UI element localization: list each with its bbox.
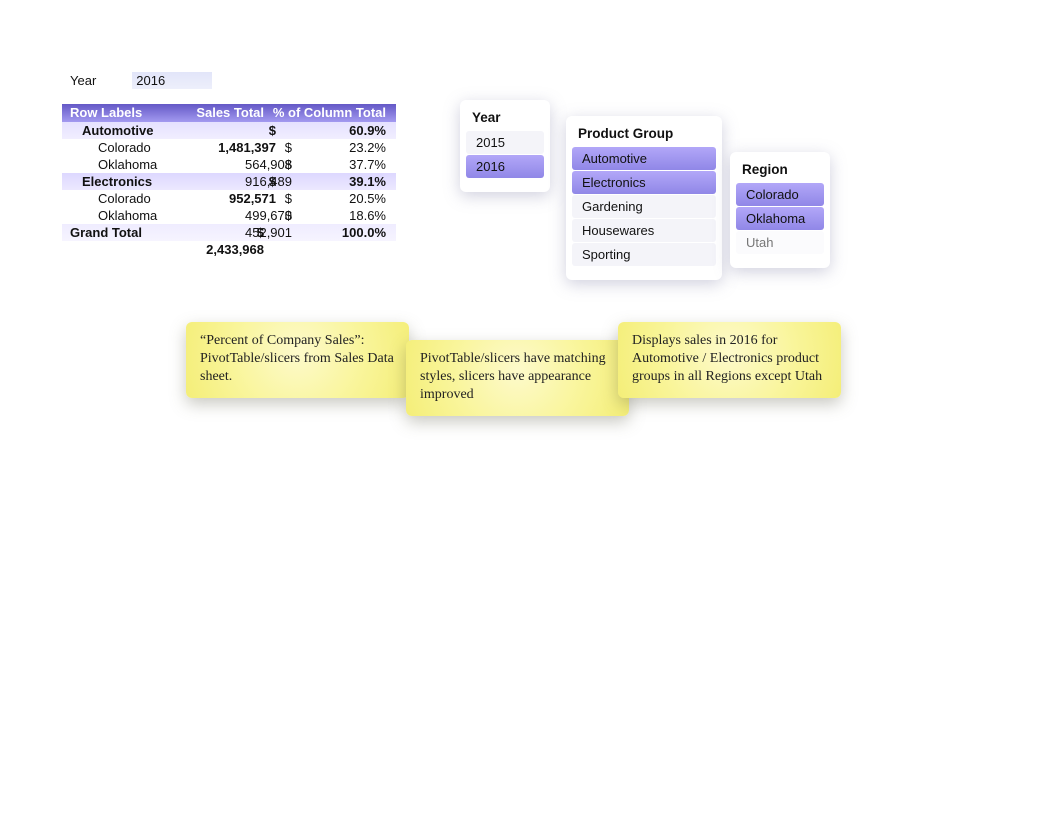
amount-value: 2,433,968 — [198, 241, 264, 258]
pivot-filter-value[interactable]: 2016 — [132, 72, 212, 89]
slicer-item-automotive[interactable]: Automotive — [572, 147, 716, 170]
currency-symbol: $ — [250, 224, 264, 241]
slicer-item-gardening[interactable]: Gardening — [572, 195, 716, 218]
slicer-title: Year — [460, 100, 550, 131]
pivot-cell-label: Colorado — [62, 139, 212, 156]
currency-symbol: $ — [278, 139, 292, 156]
pivot-cell-pct: 100.0% — [270, 224, 396, 241]
slicer-item-colorado[interactable]: Colorado — [736, 183, 824, 206]
slicer-title: Region — [730, 152, 830, 183]
note-callout-3: Displays sales in 2016 for Automotive / … — [618, 322, 841, 398]
pivot-header-row: Row Labels Sales Total % of Column Total — [62, 104, 396, 122]
slicer-item-sporting[interactable]: Sporting — [572, 243, 716, 266]
pivot-cell-pct: 37.7% — [298, 156, 396, 173]
pivot-cell-pct: 20.5% — [298, 190, 396, 207]
slicer-product-group[interactable]: Product Group Automotive Electronics Gar… — [566, 116, 722, 280]
pivot-cell-label: Oklahoma — [62, 156, 212, 173]
pivot-detail-row[interactable]: Oklahoma $ 916,489 37.7% — [62, 156, 396, 173]
pivot-cell-pct: 60.9% — [282, 122, 396, 139]
pivot-cell-pct: 39.1% — [282, 173, 396, 190]
pivot-cell-sales: $ 2,433,968 — [184, 224, 270, 241]
pivot-header-row-labels[interactable]: Row Labels — [62, 104, 184, 122]
slicer-item-electronics[interactable]: Electronics — [572, 171, 716, 194]
pivot-detail-row[interactable]: Colorado $ 499,670 20.5% — [62, 190, 396, 207]
slicer-item-2016[interactable]: 2016 — [466, 155, 544, 178]
slicer-item-oklahoma[interactable]: Oklahoma — [736, 207, 824, 230]
pivot-cell-label: Automotive — [62, 122, 196, 139]
slicer-item-housewares[interactable]: Housewares — [572, 219, 716, 242]
pivot-detail-row[interactable]: Colorado $ 564,908 23.2% — [62, 139, 396, 156]
currency-symbol: $ — [262, 173, 276, 190]
pivot-group-row[interactable]: Automotive $ 1,481,397 60.9% — [62, 122, 396, 139]
pivot-table: Row Labels Sales Total % of Column Total… — [62, 104, 396, 241]
note-callout-2: PivotTable/slicers have matching styles,… — [406, 340, 629, 416]
pivot-cell-sales: $ 916,489 — [212, 156, 298, 173]
pivot-cell-label: Colorado — [62, 190, 212, 207]
slicer-region[interactable]: Region Colorado Oklahoma Utah — [730, 152, 830, 268]
slicer-items: 2015 2016 — [460, 131, 550, 184]
slicer-title: Product Group — [566, 116, 722, 147]
pivot-group-row[interactable]: Electronics $ 952,571 39.1% — [62, 173, 396, 190]
slicer-item-utah[interactable]: Utah — [736, 231, 824, 254]
currency-symbol: $ — [278, 156, 292, 173]
currency-symbol: $ — [278, 190, 292, 207]
pivot-grand-total-row[interactable]: Grand Total $ 2,433,968 100.0% — [62, 224, 396, 241]
pivot-header-sales-total[interactable]: Sales Total — [184, 104, 270, 122]
pivot-cell-pct: 23.2% — [298, 139, 396, 156]
pivot-filter-field-label: Year — [70, 73, 96, 88]
pivot-header-pct-of-column-total[interactable]: % of Column Total — [270, 104, 396, 122]
pivot-cell-sales: $ 499,670 — [212, 190, 298, 207]
slicer-items: Automotive Electronics Gardening Housewa… — [566, 147, 722, 272]
note-callout-1: “Percent of Company Sales”: PivotTable/s… — [186, 322, 409, 398]
pivot-cell-sales: $ 952,571 — [196, 173, 282, 190]
pivot-report-filter: Year 2016 — [70, 72, 212, 89]
pivot-cell-sales: $ 564,908 — [212, 139, 298, 156]
slicer-items: Colorado Oklahoma Utah — [730, 183, 830, 260]
pivot-cell-label: Oklahoma — [62, 207, 212, 224]
currency-symbol: $ — [278, 207, 292, 224]
pivot-cell-sales: $ 452,901 — [212, 207, 298, 224]
pivot-detail-row[interactable]: Oklahoma $ 452,901 18.6% — [62, 207, 396, 224]
pivot-cell-pct: 18.6% — [298, 207, 396, 224]
slicer-year[interactable]: Year 2015 2016 — [460, 100, 550, 192]
slicer-item-2015[interactable]: 2015 — [466, 131, 544, 154]
pivot-cell-label: Electronics — [62, 173, 196, 190]
pivot-cell-sales: $ 1,481,397 — [196, 122, 282, 139]
currency-symbol: $ — [262, 122, 276, 139]
pivot-cell-label: Grand Total — [62, 224, 184, 241]
